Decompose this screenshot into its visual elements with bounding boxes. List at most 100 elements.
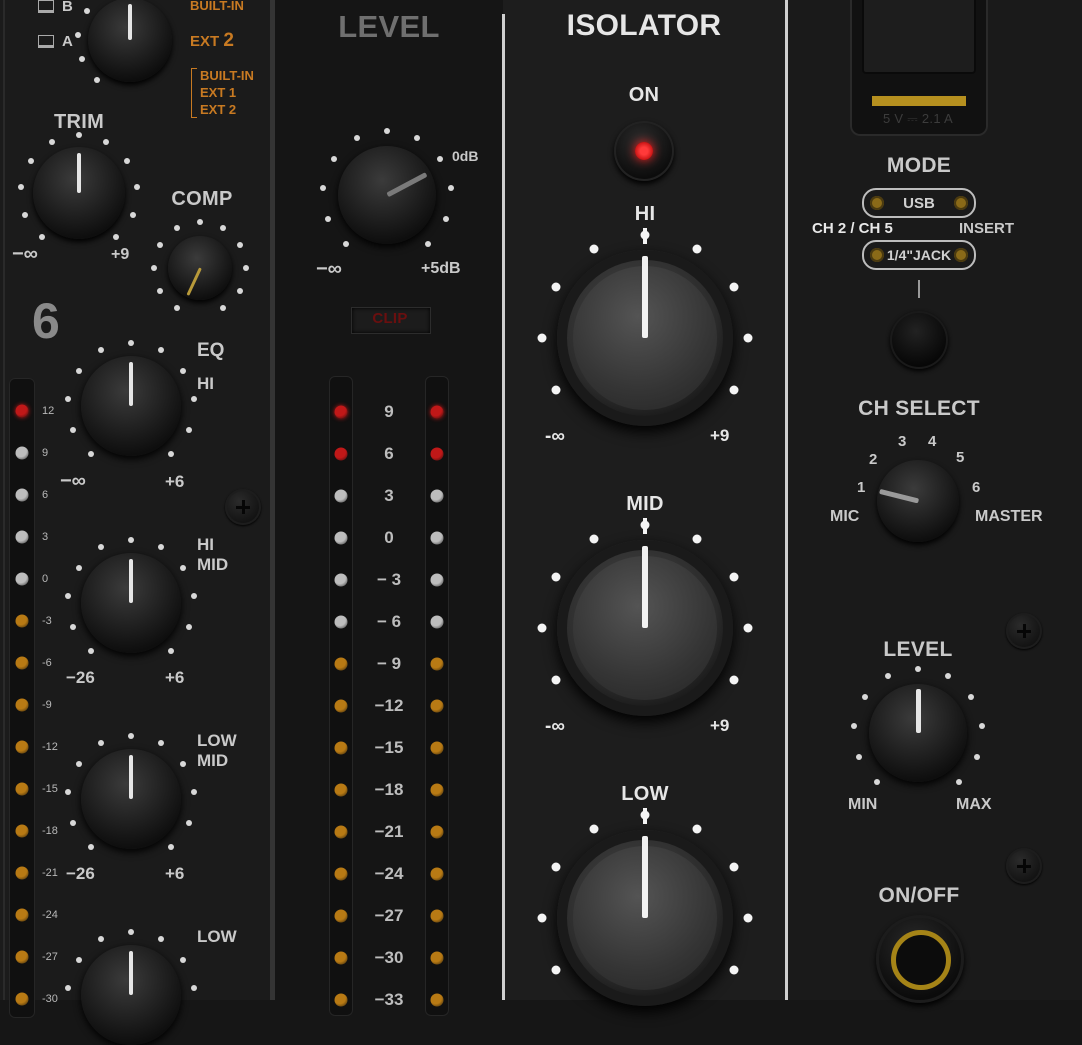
ch-select-6: 6 xyxy=(972,479,981,496)
knob-tick-dot xyxy=(98,544,105,551)
right-level-knob[interactable] xyxy=(869,684,967,782)
knob-tick-dot xyxy=(186,426,193,433)
isolator-tick-dot xyxy=(589,244,598,254)
selector-option-ext: EXT 2 xyxy=(190,30,234,51)
mode-usb-pill[interactable]: USB xyxy=(862,188,976,218)
bracket-ext2: EXT 2 xyxy=(200,102,237,117)
eq-low-knob[interactable] xyxy=(81,945,181,1045)
usb-rating: 5 V ⎓ 2.1 A xyxy=(882,111,954,126)
master-meter-led xyxy=(334,573,348,587)
knob-tick-dot xyxy=(18,183,25,190)
mode-button[interactable] xyxy=(890,311,948,369)
usb-port[interactable] xyxy=(862,0,976,74)
isolator-tick-dot xyxy=(551,385,561,394)
meter-led xyxy=(15,404,29,418)
knob-tick-dot xyxy=(197,219,203,225)
isolator-hi-knob[interactable] xyxy=(557,250,733,426)
eq-lowmid-label-top: LOW xyxy=(197,731,237,750)
input-selector-knob[interactable] xyxy=(88,0,172,82)
isolator-center-tick xyxy=(643,228,647,244)
master-meter-scale-label: −15 xyxy=(374,738,404,757)
isolator-low-label: LOW xyxy=(621,783,669,805)
knob-tick-dot xyxy=(69,426,76,433)
master-meter-scale-label: 3 xyxy=(384,486,394,505)
trim-label: TRIM xyxy=(53,111,105,133)
bracket-builtin: BUILT-IN xyxy=(200,68,254,83)
isolator-mid-knob[interactable] xyxy=(557,540,733,716)
knob-tick-dot xyxy=(873,779,880,786)
ch-select-mic: MIC xyxy=(830,508,860,525)
knob-tick-dot xyxy=(236,288,243,294)
knob-tick-dot xyxy=(190,593,197,600)
knob-tick-dot xyxy=(76,132,82,138)
knob-tick-dot xyxy=(186,819,193,826)
master-meter-led xyxy=(430,993,444,1007)
knob-tick-dot xyxy=(65,985,72,992)
meter-led xyxy=(15,698,29,712)
isolator-tick-dot xyxy=(743,623,753,633)
isolator-hi-max: +9 xyxy=(710,426,730,445)
level-min: −∞ xyxy=(316,258,342,280)
mode-jack-pill[interactable]: 1/4"JACK xyxy=(862,240,976,270)
master-meter-led xyxy=(334,909,348,923)
knob-tick-dot xyxy=(78,56,85,63)
isolator-tick-dot xyxy=(537,913,547,923)
ch-select-knob[interactable] xyxy=(877,460,959,542)
knob-tick-dot xyxy=(320,185,327,192)
meter-scale-label: 3 xyxy=(42,531,49,543)
knob-tick-dot xyxy=(157,242,164,248)
eq-lowmid-knob[interactable] xyxy=(81,749,181,849)
master-meter-led xyxy=(334,657,348,671)
knob-tick-dot xyxy=(69,623,76,630)
knob-tick-dot xyxy=(98,936,105,943)
eq-himid-label-top: HI xyxy=(197,535,214,554)
knob-tick-dot xyxy=(27,157,34,164)
on-off-ring xyxy=(891,930,951,990)
knob-tick-dot xyxy=(128,733,134,739)
trim-knob[interactable] xyxy=(33,147,125,239)
knob-tick-dot xyxy=(236,242,243,248)
master-meter-led xyxy=(334,405,348,419)
isolator-low-knob[interactable] xyxy=(557,830,733,1006)
trim-max: +9 xyxy=(111,246,130,263)
master-meter-led xyxy=(430,699,444,713)
knob-tick-dot xyxy=(956,779,963,786)
meter-scale-label: -9 xyxy=(42,699,52,711)
master-meter-led xyxy=(430,909,444,923)
eq-himid-min: −26 xyxy=(66,668,95,687)
isolator-mid-max: +9 xyxy=(710,716,730,735)
master-meter-led xyxy=(334,993,348,1007)
panel-divider xyxy=(3,0,5,1000)
level-title: LEVEL xyxy=(338,9,440,44)
master-level-knob[interactable] xyxy=(338,146,436,244)
master-meter-led xyxy=(430,489,444,503)
knob-tick-dot xyxy=(330,156,337,163)
comp-knob[interactable] xyxy=(168,236,232,300)
eq-hi-knob[interactable] xyxy=(81,356,181,456)
meter-scale-label: -6 xyxy=(42,657,52,669)
screw-icon xyxy=(1006,613,1042,649)
isolator-tick-dot xyxy=(589,534,598,544)
isolator-mid-label: MID xyxy=(626,493,664,515)
knob-tick-dot xyxy=(93,76,100,83)
mode-right-label: INSERT xyxy=(959,220,1015,237)
isolator-tick-dot xyxy=(537,333,547,343)
meter-scale-label: 9 xyxy=(42,447,49,459)
knob-tick-dot xyxy=(168,844,175,851)
screw-icon xyxy=(1006,848,1042,884)
meter-led xyxy=(15,824,29,838)
eq-himid-max: +6 xyxy=(165,668,185,687)
isolator-center-tick xyxy=(643,518,647,534)
isolator-on-button[interactable] xyxy=(614,121,674,181)
isolator-tick-dot xyxy=(729,862,739,871)
knob-tick-dot xyxy=(87,844,94,851)
bracket-ext1: EXT 1 xyxy=(200,85,237,100)
selector-option-builtin: BUILT-IN xyxy=(190,0,244,13)
master-meter-scale-label: 6 xyxy=(384,444,394,463)
on-off-button[interactable] xyxy=(876,915,964,1003)
eq-himid-knob[interactable] xyxy=(81,553,181,653)
master-meter-led xyxy=(430,573,444,587)
knob-tick-dot xyxy=(129,211,136,218)
knob-tick-dot xyxy=(180,760,187,767)
knob-tick-dot xyxy=(974,753,981,760)
